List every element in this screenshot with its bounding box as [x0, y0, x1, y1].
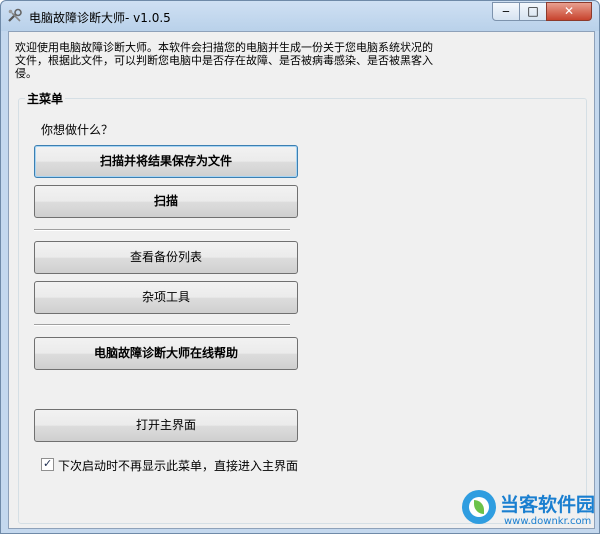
tools-icon [8, 8, 22, 22]
close-icon: ✕ [563, 4, 575, 18]
close-button[interactable]: ✕ [546, 2, 592, 21]
scan-button[interactable]: 扫描 [34, 185, 298, 218]
question-label: 你想做什么？ [41, 123, 114, 137]
backup-list-button[interactable]: 查看备份列表 [34, 241, 298, 274]
skip-menu-checkbox[interactable]: ✓ [41, 457, 54, 471]
dialog-client-area: 欢迎使用电脑故障诊断大师。本软件会扫描您的电脑并生成一份关于您电脑系统状况的文件… [8, 31, 595, 529]
watermark-url: www.downkr.com [504, 516, 592, 527]
checkmark-icon: ✓ [43, 457, 53, 470]
maximize-button[interactable]: □ [519, 2, 547, 21]
maximize-icon: □ [527, 4, 539, 18]
separator [34, 229, 290, 231]
misc-tools-button[interactable]: 杂项工具 [34, 281, 298, 314]
group-label: 主菜单 [25, 90, 66, 107]
site-watermark: 当客软件园 www.downkr.com [460, 488, 600, 534]
minimize-icon: ‒ [502, 4, 510, 18]
title-bar[interactable]: 电脑故障诊断大师- v1.0.5 ‒ □ ✕ [1, 1, 599, 31]
skip-menu-label: 下次启动时不再显示此菜单，直接进入主界面 [58, 459, 299, 473]
minimize-button[interactable]: ‒ [492, 2, 520, 21]
scan-save-button[interactable]: 扫描并将结果保存为文件 [34, 145, 298, 178]
window-title: 电脑故障诊断大师- v1.0.5 [29, 11, 171, 25]
online-help-button[interactable]: 电脑故障诊断大师在线帮助 [34, 337, 298, 370]
app-window: 电脑故障诊断大师- v1.0.5 ‒ □ ✕ 欢迎使用电脑故障诊断大师。本软件会… [0, 0, 600, 534]
open-main-button[interactable]: 打开主界面 [34, 409, 298, 442]
watermark-logo-icon [462, 490, 496, 524]
separator [34, 324, 290, 326]
watermark-brand: 当客软件园 [500, 494, 596, 516]
intro-text: 欢迎使用电脑故障诊断大师。本软件会扫描您的电脑并生成一份关于您电脑系统状况的文件… [15, 41, 433, 80]
